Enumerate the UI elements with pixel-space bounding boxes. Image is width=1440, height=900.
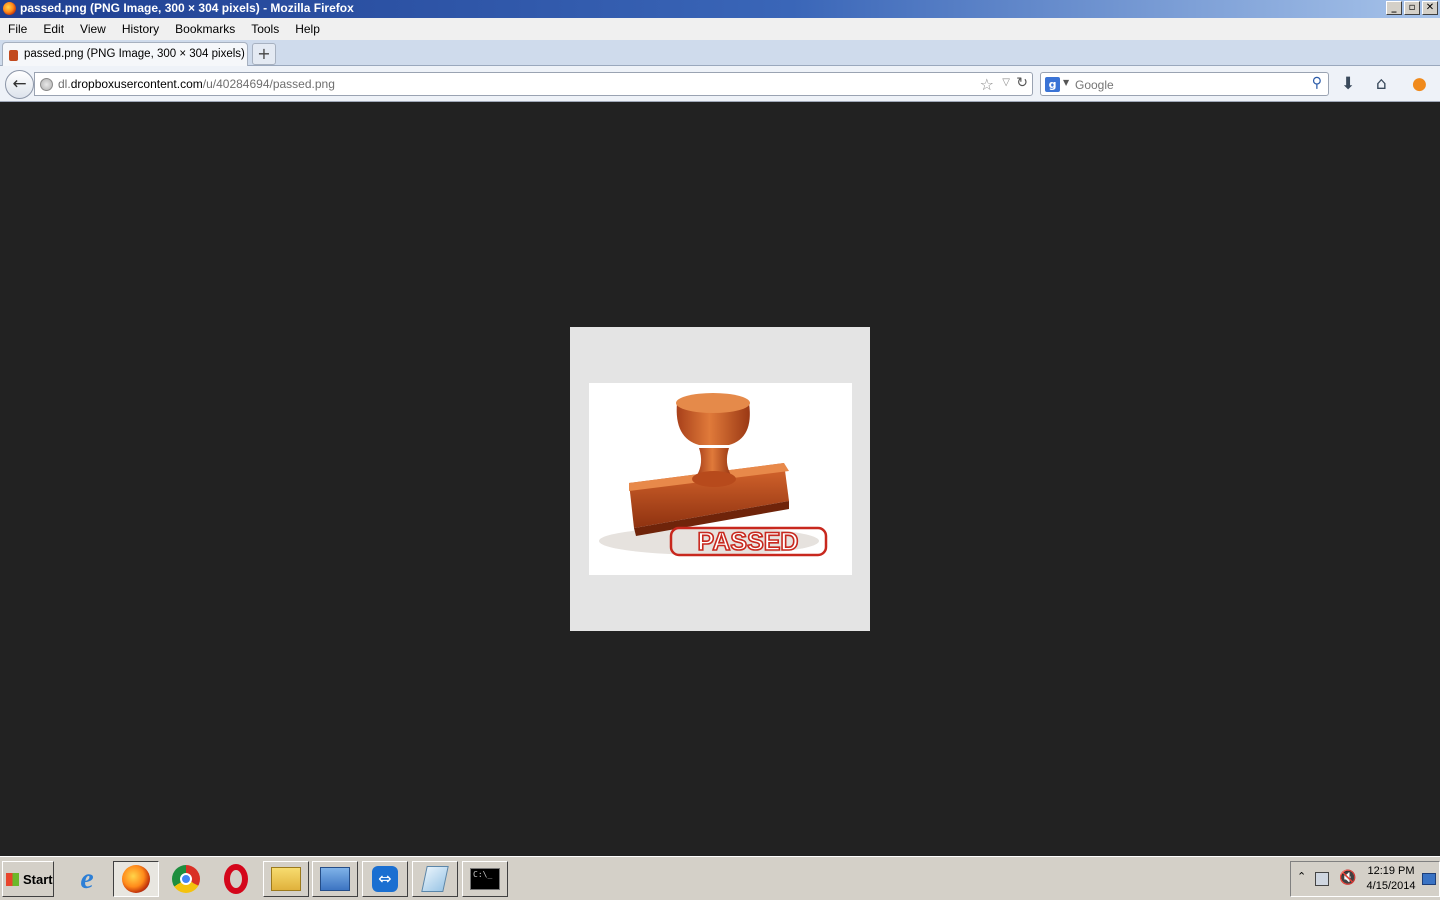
show-desktop-button[interactable] [1422, 873, 1436, 885]
taskbar: Start e ⇔ C:\_ ⌃ 🔇 12:19 PM 4/15/2014 [0, 856, 1440, 900]
window-controls: _ ▫ ✕ [1386, 1, 1438, 15]
taskbar-notepad[interactable] [412, 861, 458, 897]
taskbar-internet-explorer[interactable]: e [64, 861, 110, 897]
tab-passed-png[interactable]: passed.png (PNG Image, 300 × 304 pixels) [2, 42, 248, 67]
new-tab-button[interactable]: + [252, 43, 276, 65]
taskbar-control-panel[interactable] [312, 861, 358, 897]
reload-icon[interactable]: ↻ [1016, 75, 1028, 91]
windows-logo-icon [6, 872, 19, 886]
history-dropdown-icon[interactable]: ▽ [1002, 77, 1010, 88]
taskbar-command-prompt[interactable]: C:\_ [462, 861, 508, 897]
minimize-button[interactable]: _ [1386, 1, 1402, 15]
menu-view[interactable]: View [74, 22, 112, 36]
search-bar[interactable]: g ▼ ⚲ [1040, 72, 1329, 96]
teamviewer-icon: ⇔ [372, 866, 398, 892]
navigation-bar: dl.dropboxusercontent.com/u/40284694/pas… [0, 66, 1440, 102]
restore-button[interactable]: ▫ [1404, 1, 1420, 15]
network-icon[interactable] [1315, 872, 1329, 886]
search-input[interactable] [1075, 76, 1295, 93]
chrome-icon [172, 865, 200, 893]
firefox-icon [122, 865, 150, 893]
home-icon[interactable]: ⌂ [1376, 74, 1387, 94]
start-button[interactable]: Start [2, 861, 54, 897]
ie-icon: e [80, 862, 94, 895]
back-button[interactable]: ← [5, 70, 34, 99]
volume-muted-icon[interactable]: 🔇 [1339, 870, 1356, 886]
back-arrow-icon: ← [12, 74, 27, 94]
menu-tools[interactable]: Tools [245, 22, 285, 36]
menu-bookmarks[interactable]: Bookmarks [169, 22, 241, 36]
taskbar-opera[interactable] [213, 861, 259, 897]
stamp-text: PASSED [698, 528, 799, 556]
tab-label: passed.png (PNG Image, 300 × 304 pixels) [24, 48, 245, 60]
file-explorer-icon [271, 867, 301, 891]
title-bar: passed.png (PNG Image, 300 × 304 pixels)… [0, 0, 1440, 18]
url-path: /u/40284694/passed.png [202, 77, 335, 91]
site-identity-icon[interactable] [40, 78, 53, 91]
menu-history[interactable]: History [116, 22, 165, 36]
firefox-icon [3, 2, 16, 15]
google-engine-icon[interactable]: g [1045, 77, 1060, 92]
url-text[interactable]: dl.dropboxusercontent.com/u/40284694/pas… [58, 77, 335, 91]
page-content: PASSED [0, 102, 1440, 855]
window-title: passed.png (PNG Image, 300 × 304 pixels)… [20, 1, 354, 15]
image-file-icon [9, 50, 18, 61]
taskbar-file-explorer[interactable] [263, 861, 309, 897]
menu-bar: File Edit View History Bookmarks Tools H… [0, 18, 1440, 40]
clock-date: 4/15/2014 [1366, 880, 1416, 892]
url-host-prefix: dl. [58, 77, 71, 91]
taskbar-teamviewer[interactable]: ⇔ [362, 861, 408, 897]
system-tray: ⌃ 🔇 12:19 PM 4/15/2014 [1290, 861, 1440, 897]
show-hidden-icons[interactable]: ⌃ [1297, 870, 1306, 883]
clock[interactable]: 12:19 PM 4/15/2014 [1363, 864, 1419, 894]
close-button[interactable]: ✕ [1422, 1, 1438, 15]
taskbar-chrome[interactable] [163, 861, 209, 897]
tab-strip: passed.png (PNG Image, 300 × 304 pixels)… [0, 40, 1440, 67]
taskbar-firefox[interactable] [113, 861, 159, 897]
notepad-icon [421, 866, 449, 892]
bookmark-star-icon[interactable]: ☆ [980, 75, 994, 94]
engine-dropdown-icon[interactable]: ▼ [1063, 78, 1069, 87]
image-viewer[interactable]: PASSED [570, 327, 870, 631]
passed-stamp-image: PASSED [589, 383, 852, 575]
cmd-icon: C:\_ [470, 868, 500, 890]
url-domain: dropboxusercontent.com [70, 77, 203, 91]
downloads-icon[interactable]: ⬇ [1341, 74, 1355, 94]
sync-account-icon[interactable]: ● [1412, 74, 1427, 94]
control-panel-icon [320, 867, 350, 891]
url-bar[interactable]: dl.dropboxusercontent.com/u/40284694/pas… [34, 72, 1033, 96]
clock-time: 12:19 PM [1367, 865, 1415, 877]
menu-file[interactable]: File [2, 22, 33, 36]
menu-edit[interactable]: Edit [37, 22, 70, 36]
menu-help[interactable]: Help [289, 22, 326, 36]
start-label: Start [23, 871, 53, 887]
stamp-illustration: PASSED [599, 393, 828, 557]
search-icon[interactable]: ⚲ [1312, 75, 1322, 91]
opera-icon [224, 864, 248, 894]
